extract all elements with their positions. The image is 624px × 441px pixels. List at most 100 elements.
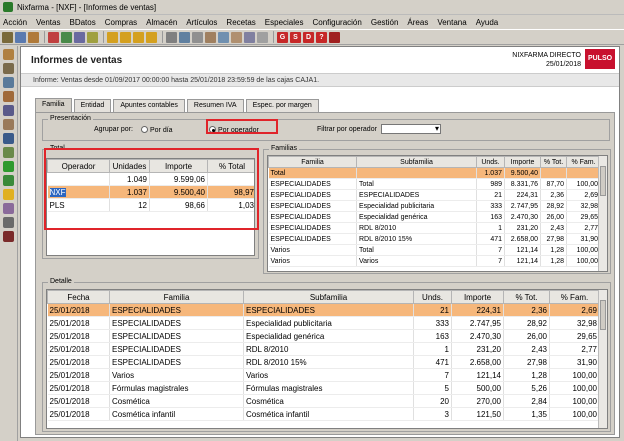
help-icon[interactable] — [257, 31, 268, 43]
menu-gestion[interactable]: Gestión — [370, 18, 400, 27]
menu-ventas[interactable]: Ventas — [35, 18, 61, 27]
col-importe[interactable]: Importe — [504, 156, 541, 168]
menu-ayuda[interactable]: Ayuda — [475, 18, 500, 27]
purchases-icon[interactable] — [3, 105, 14, 116]
window-icon[interactable] — [244, 31, 255, 43]
stock-icon[interactable] — [3, 147, 14, 158]
menu-ventana[interactable]: Ventana — [436, 18, 467, 27]
table-row[interactable]: ESPECIALIDADES Especialidad genérica 163… — [268, 211, 601, 223]
col-familia[interactable]: Familia — [109, 290, 244, 304]
delete-icon[interactable] — [48, 31, 59, 43]
menu-almacen[interactable]: Almacén — [145, 18, 178, 27]
table-row[interactable]: 25/01/2018 ESPECIALIDADES Especialidad p… — [47, 316, 600, 330]
cell-unds: 7 — [413, 368, 452, 382]
table-row[interactable]: 25/01/2018 Fórmulas magistrales Fórmulas… — [47, 381, 600, 395]
settings-side-icon[interactable] — [3, 217, 14, 228]
col-fecha[interactable]: Fecha — [47, 290, 110, 304]
menu-articulos[interactable]: Artículos — [185, 18, 218, 27]
col-importe[interactable]: Importe — [451, 290, 504, 304]
table-row[interactable]: ESPECIALIDADES Especialidad publicitaria… — [268, 200, 601, 212]
col-unds[interactable]: Unds. — [476, 156, 505, 168]
col-familia[interactable]: Familia — [268, 156, 357, 168]
pharmacy-cross-icon[interactable] — [3, 161, 14, 172]
tab-familia[interactable]: Familia — [35, 98, 72, 112]
new-icon[interactable] — [61, 31, 72, 43]
table-row[interactable]: 25/01/2018 ESPECIALIDADES Especialidad g… — [47, 329, 600, 343]
table-row[interactable]: 25/01/2018 Cosmética infantil Cosmética … — [47, 407, 600, 421]
col-pct-fam[interactable]: % Fam. — [566, 156, 601, 168]
last-record-icon[interactable] — [146, 31, 157, 43]
export-icon[interactable] — [192, 31, 203, 43]
refresh-icon[interactable] — [3, 175, 14, 186]
previous-record-icon[interactable] — [120, 31, 131, 43]
col-pct-tot[interactable]: % Tot. — [503, 290, 550, 304]
sales-icon[interactable] — [3, 49, 14, 60]
cell-fecha: 25/01/2018 — [47, 407, 110, 421]
calendar-icon[interactable] — [205, 31, 216, 43]
tab-espec-margen[interactable]: Espec. por margen — [245, 99, 319, 112]
detalle-vertical-scrollbar[interactable] — [598, 290, 607, 428]
col-pct-tot[interactable]: % Tot. — [540, 156, 567, 168]
table-row[interactable]: 25/01/2018 ESPECIALIDADES RDL 8/2010 15%… — [47, 355, 600, 369]
scrollbar-thumb[interactable] — [600, 300, 606, 330]
familias-vertical-scrollbar[interactable] — [598, 156, 607, 271]
table-row[interactable]: 25/01/2018 Cosmética Cosmética 20 270,00… — [47, 394, 600, 408]
g-icon[interactable]: G — [277, 31, 288, 43]
cell-importe: 8.331,76 — [504, 178, 541, 190]
print-icon[interactable] — [166, 31, 177, 43]
cell-importe: 121,14 — [504, 244, 541, 256]
notes-icon[interactable] — [231, 31, 242, 43]
cell-importe: 2.470,30 — [451, 329, 504, 343]
first-record-icon[interactable] — [107, 31, 118, 43]
tab-apuntes-contables[interactable]: Apuntes contables — [113, 99, 185, 112]
paste-icon[interactable] — [28, 31, 39, 43]
table-row[interactable]: ESPECIALIDADES RDL 8/2010 1 231,20 2,43 … — [268, 222, 601, 234]
col-unds[interactable]: Unds. — [413, 290, 452, 304]
settings-icon[interactable] — [218, 31, 229, 43]
menu-compras[interactable]: Compras — [104, 18, 138, 27]
menu-bdatos[interactable]: BDatos — [68, 18, 96, 27]
next-record-icon[interactable] — [133, 31, 144, 43]
table-row[interactable]: ESPECIALIDADES RDL 8/2010 15% 471 2.658,… — [268, 233, 601, 245]
menu-especiales[interactable]: Especiales — [264, 18, 305, 27]
col-subfamilia[interactable]: Subfamilia — [243, 290, 414, 304]
menu-configuracion[interactable]: Configuración — [311, 18, 362, 27]
col-pct-fam[interactable]: % Fam. — [549, 290, 600, 304]
cash-register-icon[interactable] — [3, 63, 14, 74]
search-icon[interactable] — [74, 31, 85, 43]
tab-entidad[interactable]: Entidad — [73, 99, 112, 112]
table-row[interactable]: 25/01/2018 ESPECIALIDADES RDL 8/2010 1 2… — [47, 342, 600, 356]
menu-recetas[interactable]: Recetas — [225, 18, 256, 27]
copy-icon[interactable] — [15, 31, 26, 43]
table-row[interactable]: Varios Total 7 121,14 1,28 100,00 — [268, 244, 601, 256]
barcode-icon[interactable] — [3, 231, 14, 242]
scrollbar-thumb[interactable] — [600, 166, 606, 196]
operador-filter-select[interactable] — [381, 124, 441, 134]
table-row-selected[interactable]: Total 1.037 9.500,40 — [268, 167, 601, 179]
cell-fecha: 25/01/2018 — [47, 368, 110, 382]
menu-accion[interactable]: Acción — [2, 18, 28, 27]
question-icon[interactable]: ? — [316, 31, 327, 43]
tab-resumen-iva[interactable]: Resumen IVA — [186, 99, 244, 112]
warning-icon[interactable] — [3, 189, 14, 200]
table-row[interactable]: Varios Varios 7 121,14 1,28 100,00 — [268, 255, 601, 267]
d-icon[interactable]: D — [303, 31, 314, 43]
menu-areas[interactable]: Áreas — [406, 18, 429, 27]
s-icon[interactable]: S — [290, 31, 301, 43]
table-row[interactable]: ESPECIALIDADES Total 989 8.331,76 87,70 … — [268, 178, 601, 190]
radio-por-dia[interactable]: Por día — [141, 126, 173, 134]
report-icon[interactable] — [3, 203, 14, 214]
pencil-icon[interactable] — [3, 119, 14, 130]
star-icon[interactable] — [87, 31, 98, 43]
cell-importe: 2.658,00 — [504, 233, 541, 245]
table-row-selected[interactable]: 25/01/2018 ESPECIALIDADES ESPECIALIDADES… — [47, 303, 600, 317]
col-subfamilia[interactable]: Subfamilia — [356, 156, 477, 168]
shopping-cart-icon[interactable] — [3, 91, 14, 102]
exit-icon[interactable] — [329, 31, 340, 43]
preview-icon[interactable] — [179, 31, 190, 43]
database-icon[interactable] — [3, 133, 14, 144]
table-row[interactable]: 25/01/2018 Varios Varios 7 121,14 1,28 1… — [47, 368, 600, 382]
user-icon[interactable] — [3, 77, 14, 88]
table-row[interactable]: ESPECIALIDADES ESPECIALIDADES 21 224,31 … — [268, 189, 601, 201]
cut-icon[interactable] — [2, 31, 13, 43]
